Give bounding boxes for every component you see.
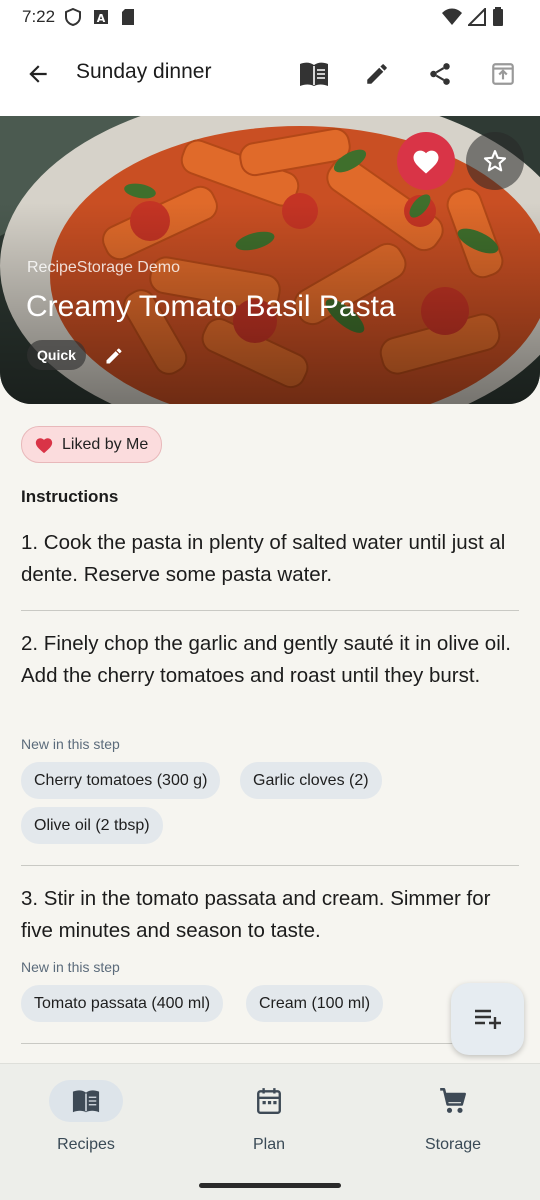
shield-icon [65, 8, 82, 26]
arrow-back-icon [29, 65, 47, 83]
heart-icon [413, 150, 439, 174]
nav-plan[interactable]: Plan [199, 1080, 339, 1154]
open-in-button[interactable] [483, 54, 523, 94]
battery-icon [493, 7, 503, 26]
nav-label: Plan [252, 1136, 286, 1153]
instruction-step: 2. Finely chop the garlic and gently sau… [21, 632, 511, 687]
share-button[interactable] [420, 54, 460, 94]
tag-chip[interactable]: Quick [27, 340, 86, 370]
star-button[interactable] [466, 132, 524, 190]
home-indicator[interactable] [199, 1183, 341, 1188]
back-button[interactable] [20, 56, 56, 92]
status-icons-right [442, 7, 504, 27]
nav-recipes[interactable]: Recipes [16, 1080, 156, 1154]
divider [21, 865, 519, 866]
book-icon [300, 62, 328, 86]
new-in-step-label: New in this step [21, 959, 120, 975]
ingredient-chip[interactable]: Cream (100 ml) [246, 985, 384, 1022]
nav-label: Storage [424, 1136, 482, 1153]
hero-subtitle: RecipeStorage Demo [27, 259, 180, 276]
status-time: 7:22 [22, 7, 56, 26]
liked-by-chip[interactable]: Liked by Me [21, 426, 163, 463]
edit-tags-button[interactable] [101, 343, 127, 369]
ingredient-chip[interactable]: Olive oil (2 tbsp) [21, 807, 163, 844]
heart-icon [35, 437, 53, 453]
edit-icon [367, 64, 387, 84]
recipe-title: Creamy Tomato Basil Pasta [26, 290, 396, 323]
cart-icon [440, 1088, 466, 1113]
playlist-add-icon [474, 1009, 501, 1029]
nav-pill [232, 1080, 306, 1122]
share-icon [430, 63, 450, 85]
page-title: Sunday dinner [76, 60, 212, 83]
nav-storage[interactable]: Storage [383, 1080, 523, 1154]
add-to-list-fab[interactable] [451, 983, 524, 1055]
nav-pill-active [49, 1080, 123, 1122]
star-outline-icon [483, 150, 507, 172]
status-icons-left: A [65, 8, 135, 26]
svg-text:A: A [97, 12, 106, 25]
recipe-hero: RecipeStorage Demo Creamy Tomato Basil P… [0, 116, 540, 404]
calendar-icon [257, 1088, 281, 1115]
edit-button[interactable] [357, 54, 397, 94]
bottom-navigation: Recipes Plan Storage [0, 1063, 540, 1200]
wifi-icon [442, 8, 462, 25]
liked-by-label: Liked by Me [62, 435, 149, 453]
top-app-bar: Sunday dinner [0, 34, 540, 116]
favorite-button[interactable] [397, 132, 455, 190]
divider [21, 1043, 519, 1044]
instruction-step: 1. Cook the pasta in plenty of salted wa… [21, 531, 506, 586]
ingredient-chip[interactable]: Cherry tomatoes (300 g) [21, 762, 221, 799]
new-in-step-label: New in this step [21, 736, 120, 752]
book-icon [72, 1090, 100, 1113]
edit-icon [106, 348, 122, 364]
sd-card-icon [122, 9, 135, 25]
recipe-book-button[interactable] [294, 54, 334, 94]
font-a-icon: A [94, 10, 109, 25]
nav-label: Recipes [57, 1136, 115, 1153]
signal-icon [468, 8, 486, 26]
divider [21, 610, 519, 611]
ingredient-chip[interactable]: Garlic cloves (2) [240, 762, 382, 799]
status-bar: 7:22 A [0, 0, 540, 34]
instruction-step: 3. Stir in the tomato passata and cream.… [21, 887, 491, 942]
instructions-heading: Instructions [21, 487, 119, 506]
ingredient-chip[interactable]: Tomato passata (400 ml) [21, 985, 224, 1022]
open-in-icon [492, 63, 514, 85]
nav-pill [416, 1080, 490, 1122]
